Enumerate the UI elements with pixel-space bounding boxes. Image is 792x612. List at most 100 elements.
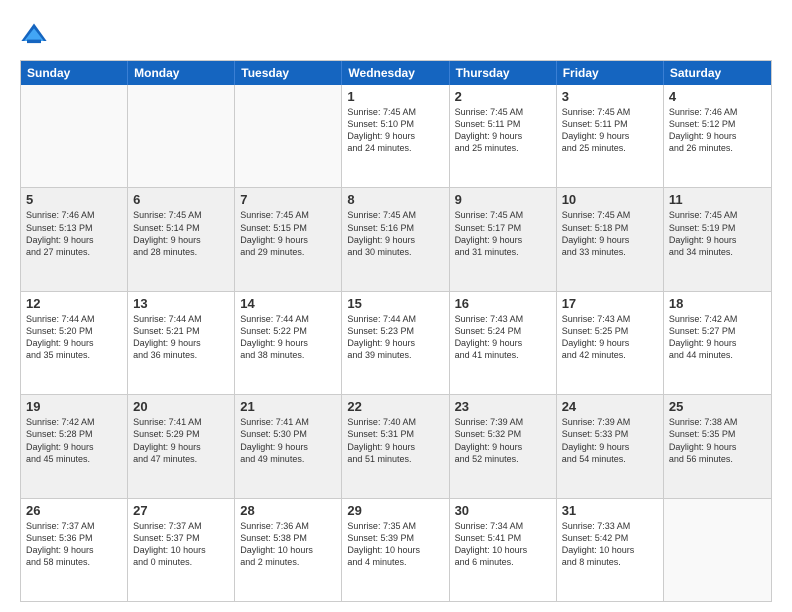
logo-icon [20, 20, 48, 48]
day-info: Sunrise: 7:33 AM Sunset: 5:42 PM Dayligh… [562, 520, 658, 569]
calendar-row-0: 1 Sunrise: 7:45 AM Sunset: 5:10 PM Daylig… [21, 85, 771, 187]
day-info: Sunrise: 7:41 AM Sunset: 5:30 PM Dayligh… [240, 416, 336, 465]
calendar-row-4: 26Sunrise: 7:37 AM Sunset: 5:36 PM Dayli… [21, 498, 771, 601]
logo [20, 20, 52, 48]
calendar-cell: 28 Sunrise: 7:36 AM Sunset: 5:38 PM Dayli… [235, 499, 342, 601]
day-info: Sunrise: 7:42 AM Sunset: 5:27 PM Dayligh… [669, 313, 766, 362]
calendar-cell [21, 85, 128, 187]
day-info: Sunrise: 7:40 AM Sunset: 5:31 PM Dayligh… [347, 416, 443, 465]
day-number: 17 [562, 296, 658, 311]
day-number: 15 [347, 296, 443, 311]
day-info: Sunrise: 7:43 AM Sunset: 5:25 PM Dayligh… [562, 313, 658, 362]
calendar-cell: 16 Sunrise: 7:43 AM Sunset: 5:24 PM Dayli… [450, 292, 557, 394]
day-info: Sunrise: 7:36 AM Sunset: 5:38 PM Dayligh… [240, 520, 336, 569]
day-number: 7 [240, 192, 336, 207]
calendar-cell: 14Sunrise: 7:44 AM Sunset: 5:22 PM Dayli… [235, 292, 342, 394]
day-number: 25 [669, 399, 766, 414]
day-info: Sunrise: 7:39 AM Sunset: 5:32 PM Dayligh… [455, 416, 551, 465]
day-number: 19 [26, 399, 122, 414]
day-info: Sunrise: 7:42 AM Sunset: 5:28 PM Dayligh… [26, 416, 122, 465]
day-number: 18 [669, 296, 766, 311]
calendar-row-1: 5Sunrise: 7:46 AM Sunset: 5:13 PM Daylig… [21, 187, 771, 290]
calendar-cell: 7 Sunrise: 7:45 AM Sunset: 5:15 PM Daylig… [235, 188, 342, 290]
calendar-cell: 18 Sunrise: 7:42 AM Sunset: 5:27 PM Dayli… [664, 292, 771, 394]
day-info: Sunrise: 7:37 AM Sunset: 5:37 PM Dayligh… [133, 520, 229, 569]
day-number: 30 [455, 503, 551, 518]
calendar-cell [235, 85, 342, 187]
day-info: Sunrise: 7:45 AM Sunset: 5:18 PM Dayligh… [562, 209, 658, 258]
day-number: 23 [455, 399, 551, 414]
day-number: 3 [562, 89, 658, 104]
day-number: 31 [562, 503, 658, 518]
header-cell-tuesday: Tuesday [235, 61, 342, 85]
day-info: Sunrise: 7:35 AM Sunset: 5:39 PM Dayligh… [347, 520, 443, 569]
calendar-cell: 5Sunrise: 7:46 AM Sunset: 5:13 PM Daylig… [21, 188, 128, 290]
day-number: 12 [26, 296, 122, 311]
day-number: 27 [133, 503, 229, 518]
day-number: 2 [455, 89, 551, 104]
calendar-cell: 12 Sunrise: 7:44 AM Sunset: 5:20 PM Dayli… [21, 292, 128, 394]
calendar-row-2: 12 Sunrise: 7:44 AM Sunset: 5:20 PM Dayli… [21, 291, 771, 394]
day-number: 11 [669, 192, 766, 207]
day-number: 24 [562, 399, 658, 414]
calendar-cell: 22 Sunrise: 7:40 AM Sunset: 5:31 PM Dayli… [342, 395, 449, 497]
calendar-cell: 23 Sunrise: 7:39 AM Sunset: 5:32 PM Dayli… [450, 395, 557, 497]
day-info: Sunrise: 7:45 AM Sunset: 5:16 PM Dayligh… [347, 209, 443, 258]
day-number: 28 [240, 503, 336, 518]
day-info: Sunrise: 7:45 AM Sunset: 5:19 PM Dayligh… [669, 209, 766, 258]
day-info: Sunrise: 7:44 AM Sunset: 5:21 PM Dayligh… [133, 313, 229, 362]
day-number: 22 [347, 399, 443, 414]
day-number: 1 [347, 89, 443, 104]
calendar-header: SundayMondayTuesdayWednesdayThursdayFrid… [21, 61, 771, 85]
header-cell-friday: Friday [557, 61, 664, 85]
day-info: Sunrise: 7:45 AM Sunset: 5:11 PM Dayligh… [562, 106, 658, 155]
day-number: 26 [26, 503, 122, 518]
day-number: 8 [347, 192, 443, 207]
calendar-cell [664, 499, 771, 601]
calendar-cell: 25Sunrise: 7:38 AM Sunset: 5:35 PM Dayli… [664, 395, 771, 497]
day-number: 20 [133, 399, 229, 414]
calendar-cell: 15 Sunrise: 7:44 AM Sunset: 5:23 PM Dayli… [342, 292, 449, 394]
calendar-cell: 1 Sunrise: 7:45 AM Sunset: 5:10 PM Daylig… [342, 85, 449, 187]
calendar-cell: 31 Sunrise: 7:33 AM Sunset: 5:42 PM Dayli… [557, 499, 664, 601]
calendar-cell: 10Sunrise: 7:45 AM Sunset: 5:18 PM Dayli… [557, 188, 664, 290]
day-info: Sunrise: 7:45 AM Sunset: 5:14 PM Dayligh… [133, 209, 229, 258]
calendar-cell: 6 Sunrise: 7:45 AM Sunset: 5:14 PM Daylig… [128, 188, 235, 290]
day-number: 4 [669, 89, 766, 104]
calendar-cell: 27 Sunrise: 7:37 AM Sunset: 5:37 PM Dayli… [128, 499, 235, 601]
day-info: Sunrise: 7:41 AM Sunset: 5:29 PM Dayligh… [133, 416, 229, 465]
calendar-cell: 4 Sunrise: 7:46 AM Sunset: 5:12 PM Daylig… [664, 85, 771, 187]
day-info: Sunrise: 7:43 AM Sunset: 5:24 PM Dayligh… [455, 313, 551, 362]
calendar-cell: 30Sunrise: 7:34 AM Sunset: 5:41 PM Dayli… [450, 499, 557, 601]
day-number: 13 [133, 296, 229, 311]
day-info: Sunrise: 7:45 AM Sunset: 5:15 PM Dayligh… [240, 209, 336, 258]
day-info: Sunrise: 7:46 AM Sunset: 5:12 PM Dayligh… [669, 106, 766, 155]
calendar-cell: 3 Sunrise: 7:45 AM Sunset: 5:11 PM Daylig… [557, 85, 664, 187]
day-number: 9 [455, 192, 551, 207]
header-cell-sunday: Sunday [21, 61, 128, 85]
day-number: 29 [347, 503, 443, 518]
calendar-cell [128, 85, 235, 187]
day-info: Sunrise: 7:45 AM Sunset: 5:10 PM Dayligh… [347, 106, 443, 155]
calendar-row-3: 19 Sunrise: 7:42 AM Sunset: 5:28 PM Dayli… [21, 394, 771, 497]
calendar-cell: 13 Sunrise: 7:44 AM Sunset: 5:21 PM Dayli… [128, 292, 235, 394]
header [20, 20, 772, 48]
day-info: Sunrise: 7:44 AM Sunset: 5:22 PM Dayligh… [240, 313, 336, 362]
day-number: 21 [240, 399, 336, 414]
calendar-cell: 29 Sunrise: 7:35 AM Sunset: 5:39 PM Dayli… [342, 499, 449, 601]
calendar-cell: 17 Sunrise: 7:43 AM Sunset: 5:25 PM Dayli… [557, 292, 664, 394]
day-info: Sunrise: 7:44 AM Sunset: 5:23 PM Dayligh… [347, 313, 443, 362]
calendar-cell: 9Sunrise: 7:45 AM Sunset: 5:17 PM Daylig… [450, 188, 557, 290]
calendar-cell: 11 Sunrise: 7:45 AM Sunset: 5:19 PM Dayli… [664, 188, 771, 290]
calendar-cell: 2 Sunrise: 7:45 AM Sunset: 5:11 PM Daylig… [450, 85, 557, 187]
day-number: 16 [455, 296, 551, 311]
day-info: Sunrise: 7:44 AM Sunset: 5:20 PM Dayligh… [26, 313, 122, 362]
day-number: 6 [133, 192, 229, 207]
day-number: 5 [26, 192, 122, 207]
calendar: SundayMondayTuesdayWednesdayThursdayFrid… [20, 60, 772, 602]
calendar-cell: 21 Sunrise: 7:41 AM Sunset: 5:30 PM Dayli… [235, 395, 342, 497]
day-info: Sunrise: 7:45 AM Sunset: 5:11 PM Dayligh… [455, 106, 551, 155]
calendar-cell: 26Sunrise: 7:37 AM Sunset: 5:36 PM Dayli… [21, 499, 128, 601]
calendar-body: 1 Sunrise: 7:45 AM Sunset: 5:10 PM Daylig… [21, 85, 771, 601]
calendar-cell: 8 Sunrise: 7:45 AM Sunset: 5:16 PM Daylig… [342, 188, 449, 290]
